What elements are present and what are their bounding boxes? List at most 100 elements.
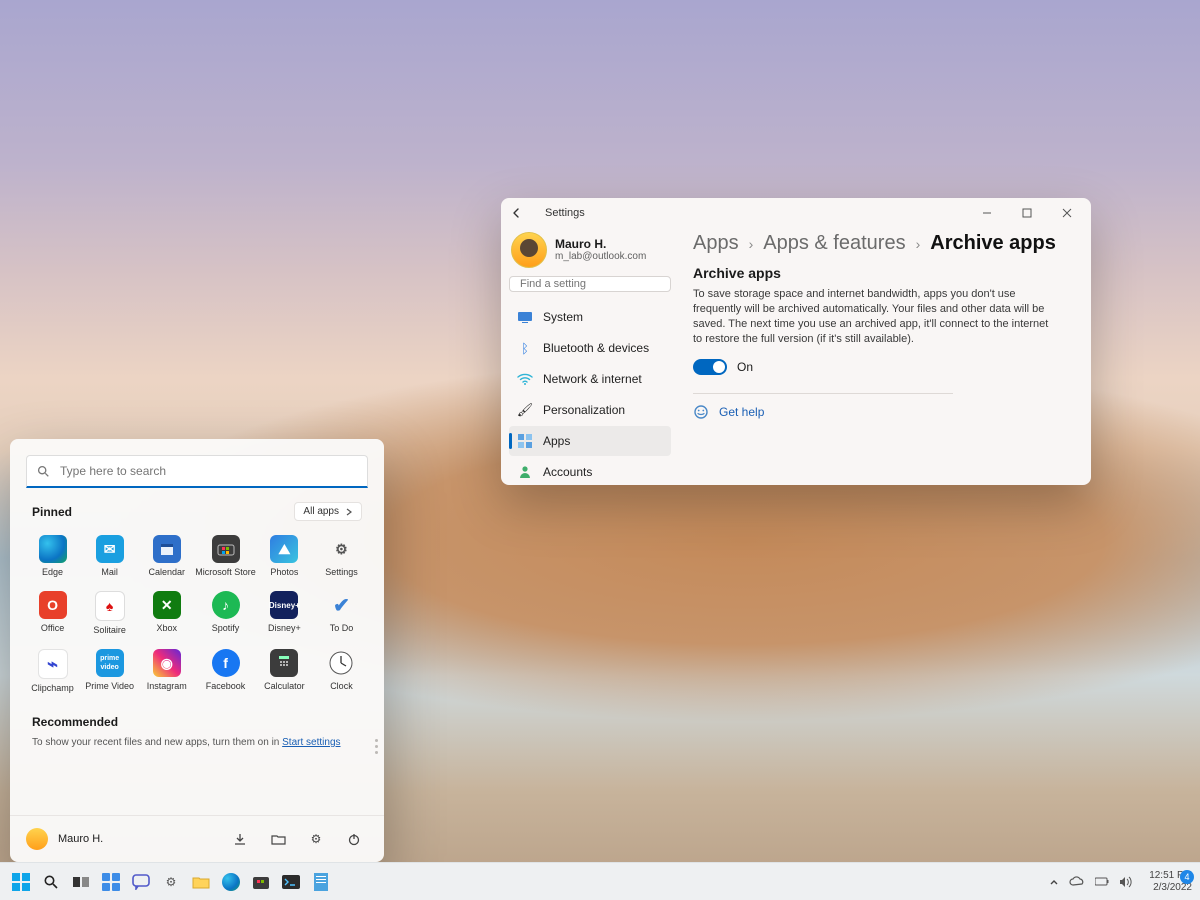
crumb-apps-features[interactable]: Apps & features [763,232,905,255]
maximize-button[interactable] [1007,198,1047,228]
system-icon [517,309,533,325]
documents-button[interactable] [264,825,292,853]
app-photos[interactable]: ⛰Photos [256,529,313,581]
pinned-heading: Pinned [32,505,72,519]
minimize-button[interactable] [967,198,1007,228]
clipchamp-icon: ⌁ [38,649,68,679]
page-indicator[interactable] [375,739,378,754]
app-prime-video[interactable]: primevideoPrime Video [81,643,138,697]
spotify-icon: ♪ [212,591,240,619]
clock-icon [327,649,355,677]
taskbar: ⚙ 12:51 PM 2/3/2022 [0,862,1200,900]
app-xbox[interactable]: ✕Xbox [138,585,195,639]
nav-apps[interactable]: Apps [509,426,671,456]
settings-window: Settings Mauro H. m_lab@outlook.com [501,198,1091,485]
desktop: Settings Mauro H. m_lab@outlook.com [0,0,1200,900]
terminal-taskbar-button[interactable] [278,869,304,895]
network-tray-icon[interactable] [1095,876,1109,887]
start-menu: Pinned All apps Edge ✉Mail Calendar Micr… [10,439,384,862]
todo-icon: ✔ [327,591,355,619]
app-office[interactable]: OOffice [24,585,81,639]
section-description: To save storage space and internet bandw… [693,287,1053,347]
app-facebook[interactable]: fFacebook [195,643,256,697]
nav-accounts[interactable]: Accounts [509,457,671,485]
nav-bluetooth[interactable]: ᛒBluetooth & devices [509,333,671,363]
volume-icon[interactable] [1119,876,1133,888]
user-name: Mauro H. [555,237,646,251]
nav-network[interactable]: Network & internet [509,364,671,394]
edge-taskbar-button[interactable] [218,869,244,895]
power-button[interactable] [340,825,368,853]
start-button[interactable] [8,869,34,895]
help-icon [693,404,709,420]
disney-icon: Disney+ [270,591,298,619]
store-icon [212,535,240,563]
app-calculator[interactable]: Calculator [256,643,313,697]
avatar [26,828,48,850]
search-button[interactable] [38,869,64,895]
app-disney-plus[interactable]: Disney+Disney+ [256,585,313,639]
start-search[interactable] [26,455,368,488]
app-spotify[interactable]: ♪Spotify [195,585,256,639]
app-clipchamp[interactable]: ⌁Clipchamp [24,643,81,697]
app-instagram[interactable]: ◉Instagram [138,643,195,697]
taskbar-settings[interactable]: ⚙ [158,869,184,895]
pinned-grid: Edge ✉Mail Calendar Microsoft Store ⛰Pho… [24,529,370,697]
section-heading: Archive apps [693,265,1069,281]
account-header[interactable]: Mauro H. m_lab@outlook.com [509,228,671,270]
downloads-button[interactable] [226,825,254,853]
get-help-link[interactable]: Get help [719,405,764,419]
settings-sidebar: Mauro H. m_lab@outlook.com System ᛒBluet… [501,228,679,485]
archive-apps-toggle[interactable] [693,359,727,375]
user-email: m_lab@outlook.com [555,251,646,263]
widgets-button[interactable] [98,869,124,895]
titlebar: Settings [501,198,1091,228]
calculator-icon [270,649,298,677]
footer-user-name[interactable]: Mauro H. [58,833,103,845]
store-taskbar-button[interactable] [248,869,274,895]
system-tray: 12:51 PM 2/3/2022 [1049,870,1192,894]
chevron-right-icon: › [749,236,754,252]
app-edge[interactable]: Edge [24,529,81,581]
tray-overflow-button[interactable] [1049,877,1059,887]
brush-icon: 🖌 [517,402,533,418]
app-calendar[interactable]: Calendar [138,529,195,581]
app-clock[interactable]: Clock [313,643,370,697]
notepad-taskbar-button[interactable] [308,869,334,895]
solitaire-icon: ♠ [95,591,125,621]
crumb-apps[interactable]: Apps [693,232,739,255]
back-button[interactable] [511,207,539,219]
divider [693,393,953,394]
file-explorer-button[interactable] [188,869,214,895]
close-button[interactable] [1047,198,1087,228]
instagram-icon: ◉ [153,649,181,677]
prime-icon: primevideo [96,649,124,677]
start-search-input[interactable] [58,463,357,479]
app-mail[interactable]: ✉Mail [81,529,138,581]
app-settings[interactable]: ⚙Settings [313,529,370,581]
chat-button[interactable] [128,869,154,895]
chevron-right-icon [345,508,353,516]
nav-personalization[interactable]: 🖌Personalization [509,395,671,425]
start-settings-link[interactable]: Start settings [282,737,340,748]
bluetooth-icon: ᛒ [517,340,533,356]
recommended-heading: Recommended [32,715,362,729]
nav-system[interactable]: System [509,302,671,332]
app-microsoft-store[interactable]: Microsoft Store [195,529,256,581]
start-footer: Mauro H. ⚙ [10,815,384,862]
settings-button[interactable]: ⚙ [302,825,330,853]
app-todo[interactable]: ✔To Do [313,585,370,639]
all-apps-button[interactable]: All apps [294,502,362,521]
onedrive-icon[interactable] [1069,876,1085,887]
settings-search[interactable] [509,276,671,292]
wifi-icon [517,371,533,387]
app-solitaire[interactable]: ♠Solitaire [81,585,138,639]
settings-search-input[interactable] [518,277,664,291]
notification-badge[interactable]: 4 [1180,870,1194,884]
breadcrumb: Apps › Apps & features › Archive apps [693,232,1069,255]
apps-icon [517,433,533,449]
task-view-button[interactable] [68,869,94,895]
recommended-hint: To show your recent files and new apps, … [32,737,362,748]
search-icon [37,465,50,478]
chevron-right-icon: › [916,236,921,252]
